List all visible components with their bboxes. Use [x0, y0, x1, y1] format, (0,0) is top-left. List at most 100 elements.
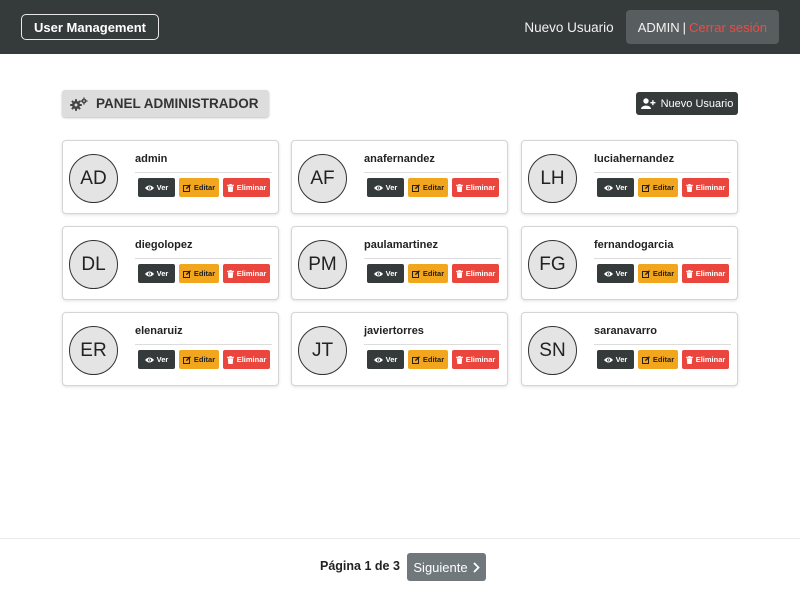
view-button-label: Ver [385, 269, 398, 278]
user-card: JT javiertorres Ver Editar Eliminar [291, 312, 508, 386]
avatar: SN [528, 326, 577, 375]
avatar-initials: DL [81, 253, 106, 275]
avatar: AF [298, 154, 347, 203]
delete-button[interactable]: Eliminar [223, 264, 270, 283]
view-button-label: Ver [615, 269, 628, 278]
card-actions: Ver Editar Eliminar [138, 178, 270, 197]
card-divider [135, 258, 272, 259]
view-button-label: Ver [385, 183, 398, 192]
user-plus-icon [640, 98, 656, 109]
edit-button[interactable]: Editar [408, 264, 448, 283]
avatar-initials: AD [80, 167, 107, 189]
edit-button[interactable]: Editar [638, 264, 678, 283]
edit-button-label: Editar [193, 355, 216, 364]
card-divider [135, 172, 272, 173]
current-user-label: ADMIN [637, 19, 680, 35]
view-button[interactable]: Ver [367, 178, 404, 197]
view-button[interactable]: Ver [138, 350, 175, 369]
card-divider [594, 172, 731, 173]
edit-button-label: Editar [652, 269, 675, 278]
eye-icon [144, 271, 154, 276]
edit-icon [182, 183, 191, 192]
edit-button[interactable]: Editar [179, 178, 219, 197]
logout-link[interactable]: Cerrar sesión [689, 20, 767, 35]
nav-right: Nuevo Usuario ADMIN | Cerrar sesión [524, 10, 779, 44]
next-page-label: Siguiente [413, 559, 468, 575]
chevron-right-icon [472, 561, 480, 573]
view-button-label: Ver [156, 183, 169, 192]
avatar-initials: JT [311, 339, 334, 361]
eye-icon [373, 271, 383, 276]
edit-icon [411, 183, 420, 192]
trash-icon [685, 183, 693, 192]
edit-icon [641, 355, 650, 364]
avatar: DL [69, 240, 118, 289]
edit-icon [411, 269, 420, 278]
edit-icon [182, 269, 191, 278]
view-button[interactable]: Ver [597, 178, 634, 197]
view-button[interactable]: Ver [367, 264, 404, 283]
user-card: SN saranavarro Ver Editar Eliminar [521, 312, 738, 386]
view-button[interactable]: Ver [597, 350, 634, 369]
avatar: LH [528, 154, 577, 203]
delete-button[interactable]: Eliminar [452, 178, 499, 197]
trash-icon [455, 355, 463, 364]
panel-title: PANEL ADMINISTRADOR [62, 90, 269, 117]
panel-title-text: PANEL ADMINISTRADOR [96, 96, 259, 111]
delete-button-label: Eliminar [236, 269, 267, 278]
edit-button[interactable]: Editar [408, 350, 448, 369]
next-page-button[interactable]: Siguiente [407, 553, 486, 581]
delete-button[interactable]: Eliminar [223, 178, 270, 197]
delete-button[interactable]: Eliminar [452, 264, 499, 283]
user-box: ADMIN | Cerrar sesión [625, 10, 779, 44]
username: diegolopez [135, 239, 193, 251]
avatar: JT [298, 326, 347, 375]
view-button[interactable]: Ver [367, 350, 404, 369]
edit-button-label: Editar [652, 355, 675, 364]
card-divider [364, 258, 501, 259]
card-divider [135, 344, 272, 345]
edit-icon [641, 269, 650, 278]
user-card: AD admin Ver Editar Eliminar [62, 140, 279, 214]
user-card: LH luciahernandez Ver Editar Eliminar [521, 140, 738, 214]
avatar: FG [528, 240, 577, 289]
edit-icon [182, 355, 191, 364]
delete-button-label: Eliminar [236, 183, 267, 192]
edit-button[interactable]: Editar [638, 178, 678, 197]
edit-icon [411, 355, 420, 364]
view-button[interactable]: Ver [138, 178, 175, 197]
edit-button-label: Editar [422, 183, 445, 192]
gears-icon [70, 96, 88, 111]
delete-button[interactable]: Eliminar [682, 264, 729, 283]
delete-button[interactable]: Eliminar [682, 178, 729, 197]
nav-new-user-link[interactable]: Nuevo Usuario [524, 20, 613, 35]
avatar-initials: LH [540, 167, 565, 189]
delete-button-label: Eliminar [465, 269, 496, 278]
view-button[interactable]: Ver [597, 264, 634, 283]
new-user-button[interactable]: Nuevo Usuario [636, 92, 738, 115]
delete-button[interactable]: Eliminar [223, 350, 270, 369]
eye-icon [603, 185, 613, 190]
trash-icon [226, 355, 234, 364]
username: javiertorres [364, 325, 424, 337]
trash-icon [685, 355, 693, 364]
delete-button[interactable]: Eliminar [452, 350, 499, 369]
navbar: User Management Nuevo Usuario ADMIN | Ce… [0, 0, 800, 54]
card-divider [594, 344, 731, 345]
trash-icon [226, 269, 234, 278]
card-divider [364, 172, 501, 173]
brand-button[interactable]: User Management [21, 14, 159, 40]
edit-button[interactable]: Editar [408, 178, 448, 197]
view-button-label: Ver [156, 269, 169, 278]
edit-button[interactable]: Editar [179, 350, 219, 369]
edit-button[interactable]: Editar [179, 264, 219, 283]
card-actions: Ver Editar Eliminar [367, 264, 499, 283]
avatar-initials: FG [539, 253, 566, 275]
delete-button-label: Eliminar [465, 355, 496, 364]
edit-button[interactable]: Editar [638, 350, 678, 369]
delete-button[interactable]: Eliminar [682, 350, 729, 369]
avatar: AD [69, 154, 118, 203]
eye-icon [144, 185, 154, 190]
view-button[interactable]: Ver [138, 264, 175, 283]
avatar-initials: SN [539, 339, 566, 361]
